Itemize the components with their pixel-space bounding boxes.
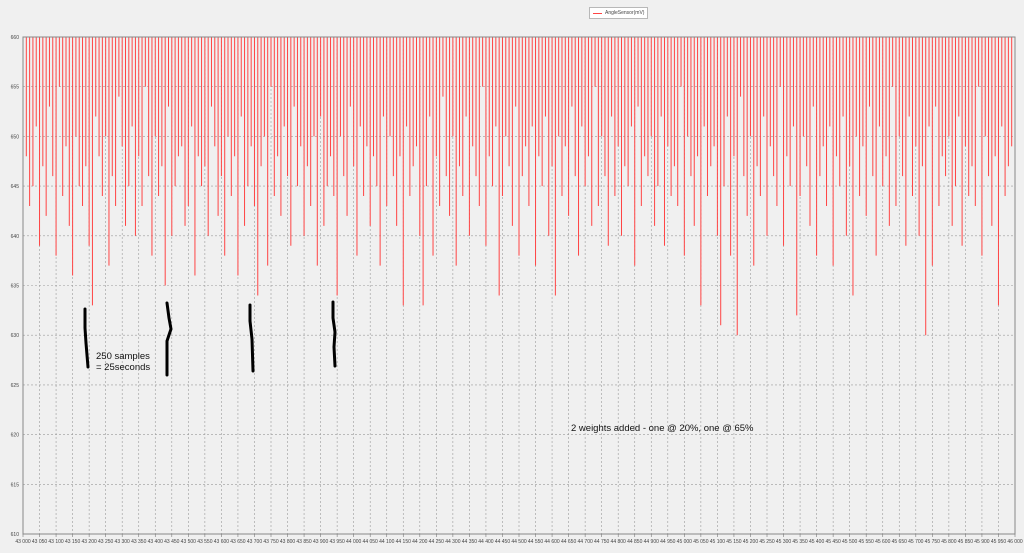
x-tick-label: 44 950	[660, 539, 676, 545]
x-tick-label: 45 200	[743, 539, 759, 545]
x-tick-label: 45 450	[825, 539, 841, 545]
y-tick-label: 660	[11, 35, 20, 41]
y-tick-label: 620	[11, 433, 20, 439]
x-tick-label: 45 350	[792, 539, 808, 545]
y-tick-label: 645	[11, 184, 20, 190]
y-tick-label: 610	[11, 532, 20, 538]
x-tick-label: 43 500	[181, 539, 197, 545]
x-tick-label: 44 100	[379, 539, 395, 545]
y-tick-label: 615	[11, 482, 20, 488]
x-tick-label: 44 000	[346, 539, 362, 545]
y-tick-label: 625	[11, 383, 20, 389]
x-tick-label: 43 400	[148, 539, 164, 545]
x-tick-label: 43 050	[32, 539, 48, 545]
x-tick-label: 43 300	[115, 539, 131, 545]
x-tick-label: 44 900	[644, 539, 660, 545]
x-tick-label: 43 900	[313, 539, 329, 545]
x-tick-label: 45 650	[892, 539, 908, 545]
x-tick-label: 45 700	[908, 539, 924, 545]
x-tick-label: 43 550	[197, 539, 213, 545]
samples-annotation-line1: 250 samples	[96, 351, 150, 362]
x-tick-label: 43 950	[329, 539, 345, 545]
x-tick-label: 45 900	[974, 539, 990, 545]
x-tick-label: 43 450	[164, 539, 180, 545]
chart: 610 615 620 625 630 635 640 645 650 655 660 43 000…	[11, 35, 1023, 545]
samples-annotation: 250 samples = 25seconds	[96, 351, 150, 373]
x-tick-label: 44 350	[462, 539, 478, 545]
x-tick-label: 45 400	[809, 539, 825, 545]
weights-annotation: 2 weights added - one @ 20%, one @ 65%	[571, 423, 754, 434]
y-axis: 610 615 620 625 630 635 640 645 650 655 660	[11, 35, 20, 538]
x-tick-label: 44 400	[478, 539, 494, 545]
x-tick-label: 43 250	[98, 539, 114, 545]
legend: AngleSensor(mV)	[589, 7, 649, 19]
x-tick-label: 43 350	[131, 539, 147, 545]
x-tick-label: 44 600	[544, 539, 560, 545]
x-tick-label: 43 150	[65, 539, 81, 545]
x-axis: 43 000 43 050 43 100 43 150 43 200 43 250 43 3…	[15, 534, 1023, 545]
x-tick-label: 44 800	[611, 539, 627, 545]
x-tick-label: 45 500	[842, 539, 858, 545]
x-tick-label: 43 850	[296, 539, 312, 545]
x-tick-label: 43 200	[81, 539, 97, 545]
x-tick-label: 44 650	[561, 539, 577, 545]
x-tick-label: 43 600	[214, 539, 230, 545]
x-tick-label: 44 700	[577, 539, 593, 545]
x-tick-label: 45 100	[710, 539, 726, 545]
y-tick-label: 640	[11, 234, 20, 240]
x-tick-label: 46 000	[1007, 539, 1023, 545]
x-tick-label: 44 850	[627, 539, 643, 545]
x-tick-label: 45 850	[958, 539, 974, 545]
legend-label: AngleSensor(mV)	[605, 10, 645, 16]
x-tick-label: 44 200	[412, 539, 428, 545]
x-tick-label: 44 250	[429, 539, 445, 545]
x-tick-label: 45 000	[677, 539, 693, 545]
x-tick-label: 45 550	[859, 539, 875, 545]
x-tick-label: 44 750	[594, 539, 610, 545]
x-tick-label: 43 650	[230, 539, 246, 545]
x-tick-label: 44 050	[363, 539, 379, 545]
x-tick-label: 45 050	[693, 539, 709, 545]
x-tick-label: 45 300	[776, 539, 792, 545]
y-tick-label: 650	[11, 134, 20, 140]
x-tick-label: 43 750	[263, 539, 279, 545]
x-tick-label: 45 800	[941, 539, 957, 545]
x-tick-label: 44 450	[495, 539, 511, 545]
x-tick-label: 45 150	[726, 539, 742, 545]
x-tick-label: 43 000	[15, 539, 31, 545]
x-tick-label: 45 600	[875, 539, 891, 545]
x-tick-label: 44 150	[396, 539, 412, 545]
x-tick-label: 43 100	[48, 539, 64, 545]
legend-swatch	[593, 12, 602, 14]
x-tick-label: 43 800	[280, 539, 296, 545]
x-tick-label: 44 550	[528, 539, 544, 545]
samples-annotation-line2: = 25seconds	[96, 362, 151, 373]
x-tick-label: 45 250	[759, 539, 775, 545]
y-tick-label: 635	[11, 284, 20, 290]
x-tick-label: 44 500	[511, 539, 527, 545]
x-tick-label: 43 700	[247, 539, 263, 545]
y-tick-label: 630	[11, 333, 20, 339]
x-tick-label: 45 750	[925, 539, 941, 545]
y-tick-label: 655	[11, 85, 20, 91]
x-tick-label: 45 950	[991, 539, 1007, 545]
x-tick-label: 44 300	[445, 539, 461, 545]
